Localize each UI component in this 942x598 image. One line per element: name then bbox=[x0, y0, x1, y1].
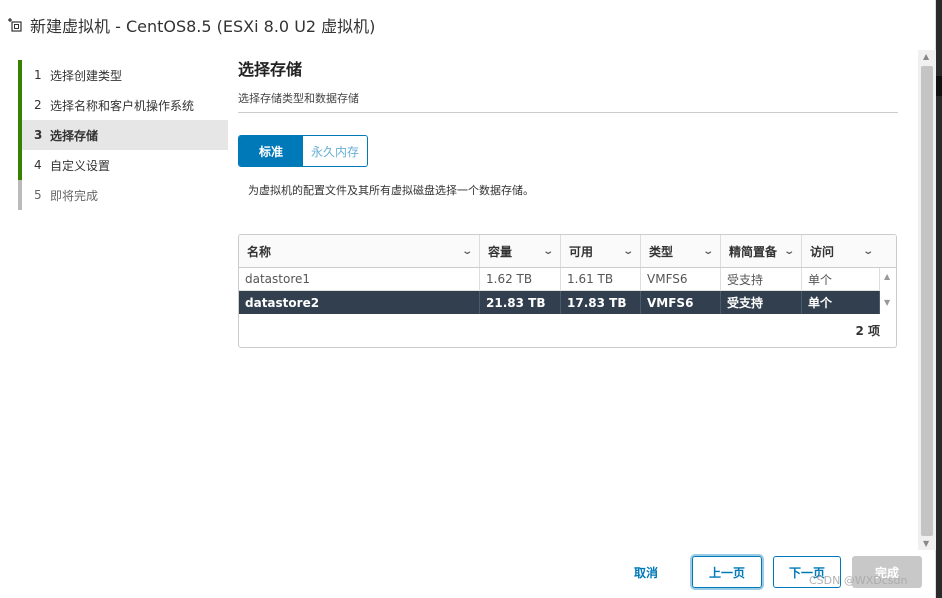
cell-free: 1.61 TB bbox=[561, 268, 641, 290]
background-window-notch bbox=[936, 76, 942, 96]
cell-capacity: 21.83 TB bbox=[480, 291, 561, 314]
tab-standard[interactable]: 标准 bbox=[239, 136, 303, 166]
step-label: 选择创建类型 bbox=[50, 68, 123, 83]
cell-type: VMFS6 bbox=[641, 291, 721, 314]
scrollbar-thumb[interactable] bbox=[921, 66, 933, 536]
column-title: 类型 bbox=[649, 244, 674, 259]
step-label: 自定义设置 bbox=[50, 158, 111, 173]
step-number: 5 bbox=[34, 188, 42, 202]
grid-header: 名称 ⌄ 容量 ⌄ 可用 ⌄ 类型 ⌄ 精简置备 ⌄ 访问 ⌄ bbox=[239, 235, 896, 268]
watermark: CSDN @WXDcsdn bbox=[809, 574, 908, 587]
column-title: 容量 bbox=[488, 244, 513, 259]
cell-access: 单个 bbox=[802, 268, 880, 290]
cell-capacity: 1.62 TB bbox=[480, 268, 561, 290]
new-vm-dialog: 新建虚拟机 - CentOS8.5 (ESXi 8.0 U2 虚拟机) 1 选择… bbox=[0, 0, 936, 598]
cell-thin: 受支持 bbox=[721, 291, 802, 314]
cell-thin: 受支持 bbox=[721, 268, 802, 290]
cell-type: VMFS6 bbox=[641, 268, 721, 290]
table-row[interactable]: datastore2 21.83 TB 17.83 TB VMFS6 受支持 单… bbox=[239, 291, 896, 314]
chevron-down-icon[interactable]: ⌄ bbox=[622, 246, 634, 257]
chevron-down-icon[interactable]: ⌄ bbox=[783, 246, 795, 257]
storage-type-toggle: 标准 永久内存 bbox=[238, 135, 368, 167]
page-subtitle: 选择存储类型和数据存储 bbox=[238, 90, 898, 113]
new-vm-icon bbox=[6, 16, 24, 34]
cell-name: datastore1 bbox=[239, 268, 480, 290]
column-header-free[interactable]: 可用 ⌄ bbox=[561, 235, 641, 267]
wizard-step-2[interactable]: 2 选择名称和客户机操作系统 bbox=[18, 90, 228, 120]
background-window-edge bbox=[936, 0, 942, 598]
storage-description: 为虚拟机的配置文件及其所有虚拟磁盘选择一个数据存储。 bbox=[248, 184, 534, 197]
step-number: 1 bbox=[34, 68, 42, 82]
scroll-up-icon[interactable]: ▲ bbox=[923, 52, 929, 61]
tab-persistent-memory[interactable]: 永久内存 bbox=[303, 136, 367, 166]
column-title: 精简置备 bbox=[729, 244, 778, 259]
scroll-down-icon[interactable]: ▼ bbox=[884, 298, 890, 307]
dialog-title-bar: 新建虚拟机 - CentOS8.5 (ESXi 8.0 U2 虚拟机) bbox=[0, 0, 936, 50]
dialog-scrollbar[interactable]: ▲ ▼ bbox=[918, 50, 936, 550]
wizard-steps: 1 选择创建类型 2 选择名称和客户机操作系统 3 选择存储 4 自定义设置 5… bbox=[18, 60, 228, 210]
chevron-down-icon[interactable]: ⌄ bbox=[461, 246, 473, 257]
scroll-up-icon[interactable]: ▲ bbox=[884, 272, 890, 281]
dialog-footer: 取消 上一页 下一页 完成 bbox=[0, 556, 936, 598]
grid-scrollbar[interactable]: ▲ ▼ bbox=[880, 268, 896, 314]
step-number: 2 bbox=[34, 98, 42, 112]
chevron-down-icon[interactable]: ⌄ bbox=[542, 246, 554, 257]
column-header-type[interactable]: 类型 ⌄ bbox=[641, 235, 721, 267]
datastore-grid: 名称 ⌄ 容量 ⌄ 可用 ⌄ 类型 ⌄ 精简置备 ⌄ 访问 ⌄ datastor… bbox=[238, 234, 897, 348]
step-number: 4 bbox=[34, 158, 42, 172]
step-label: 选择存储 bbox=[50, 128, 99, 143]
chevron-down-icon[interactable]: ⌄ bbox=[862, 246, 874, 257]
column-title: 可用 bbox=[569, 244, 594, 259]
column-title: 名称 bbox=[247, 244, 272, 259]
wizard-step-5: 5 即将完成 bbox=[18, 180, 228, 210]
wizard-step-1[interactable]: 1 选择创建类型 bbox=[18, 60, 228, 90]
cancel-button[interactable]: 取消 bbox=[620, 556, 672, 588]
column-header-name[interactable]: 名称 ⌄ bbox=[239, 235, 480, 267]
cell-free: 17.83 TB bbox=[561, 291, 641, 314]
step-label: 即将完成 bbox=[50, 188, 99, 203]
column-title: 访问 bbox=[810, 244, 835, 259]
cell-name: datastore2 bbox=[239, 291, 480, 314]
wizard-step-3[interactable]: 3 选择存储 bbox=[18, 120, 228, 150]
wizard-step-4[interactable]: 4 自定义设置 bbox=[18, 150, 228, 180]
dialog-title: 新建虚拟机 - CentOS8.5 (ESXi 8.0 U2 虚拟机) bbox=[30, 17, 376, 36]
cell-access: 单个 bbox=[802, 291, 880, 314]
step-content: 选择存储 选择存储类型和数据存储 标准 永久内存 为虚拟机的配置文件及其所有虚拟… bbox=[238, 56, 898, 348]
chevron-down-icon[interactable]: ⌄ bbox=[702, 246, 714, 257]
previous-button[interactable]: 上一页 bbox=[692, 556, 762, 588]
scroll-down-icon[interactable]: ▼ bbox=[923, 539, 929, 548]
page-title: 选择存储 bbox=[238, 60, 303, 79]
column-header-thin-provisioning[interactable]: 精简置备 ⌄ bbox=[721, 235, 802, 267]
column-header-access[interactable]: 访问 ⌄ bbox=[802, 235, 880, 267]
grid-item-count: 2 项 bbox=[855, 323, 880, 338]
table-row[interactable]: datastore1 1.62 TB 1.61 TB VMFS6 受支持 单个 bbox=[239, 268, 896, 291]
step-label: 选择名称和客户机操作系统 bbox=[50, 98, 195, 113]
step-number: 3 bbox=[34, 128, 43, 142]
column-header-capacity[interactable]: 容量 ⌄ bbox=[480, 235, 561, 267]
